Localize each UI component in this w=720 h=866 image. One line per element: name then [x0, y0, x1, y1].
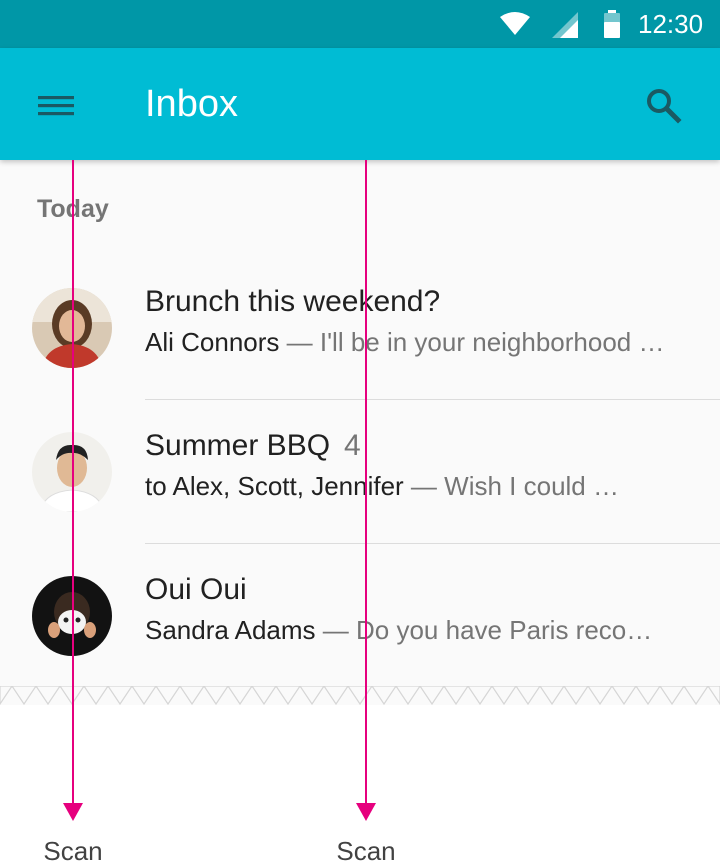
avatar: [32, 432, 112, 512]
item-subtitle: to Alex, Scott, Jennifer — Wish I could …: [145, 471, 619, 501]
item-preview: I'll be in your neighborhood …: [319, 327, 665, 357]
cell-signal-icon: [552, 12, 578, 38]
scan-arrow-right: [356, 803, 376, 821]
menu-icon[interactable]: [30, 86, 82, 122]
avatar: [32, 288, 112, 368]
page-title: Inbox: [145, 83, 238, 125]
avatar: [32, 576, 112, 656]
item-subtitle: Ali Connors — I'll be in your neighborho…: [145, 327, 665, 357]
item-sender: Sandra Adams: [145, 615, 316, 645]
section-header: Today: [37, 195, 109, 223]
list-item[interactable]: Summer BBQ 4 to Alex, Scott, Jennifer — W…: [0, 392, 720, 536]
item-title: Summer BBQ 4: [145, 429, 361, 462]
app-bar: Inbox: [0, 48, 720, 160]
scan-arrow-left: [63, 803, 83, 821]
status-clock: 12:30: [638, 9, 704, 39]
item-title: Oui Oui: [145, 573, 247, 606]
item-preview: Do you have Paris reco…: [356, 615, 653, 645]
scan-label-left: Scan: [43, 836, 103, 866]
item-sender: to Alex, Scott, Jennifer: [145, 471, 404, 501]
wifi-icon: [500, 12, 530, 35]
inbox-list: Today Brunch this weekend? Ali Connors —…: [0, 160, 720, 705]
item-count: 4: [344, 429, 361, 462]
status-bar: 12:30: [0, 0, 720, 48]
battery-icon: [604, 10, 620, 38]
torn-edge: [0, 686, 720, 706]
list-item[interactable]: Oui Oui Sandra Adams — Do you have Paris…: [0, 536, 720, 680]
item-subtitle: Sandra Adams — Do you have Paris reco…: [145, 615, 653, 645]
search-icon[interactable]: [640, 82, 686, 128]
item-preview: Wish I could …: [444, 471, 619, 501]
list-item[interactable]: Brunch this weekend? Ali Connors — I'll …: [0, 248, 720, 392]
item-sender: Ali Connors: [145, 327, 280, 357]
item-title: Brunch this weekend?: [145, 285, 441, 318]
scan-label-right: Scan: [336, 836, 396, 866]
